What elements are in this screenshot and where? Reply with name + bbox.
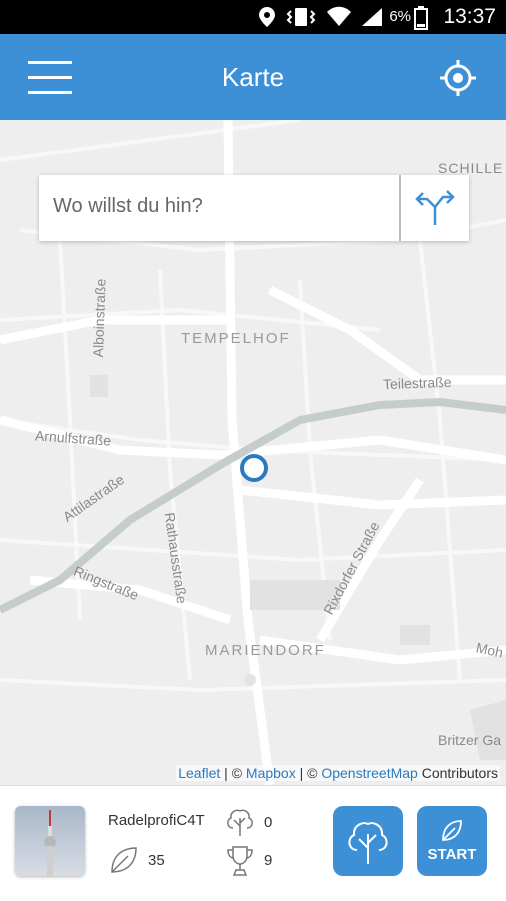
attribution-separator: | © bbox=[295, 765, 322, 781]
mapbox-link[interactable]: Mapbox bbox=[246, 765, 296, 781]
tree-icon bbox=[348, 822, 388, 864]
leaf-icon bbox=[442, 820, 462, 841]
signal-icon bbox=[362, 8, 382, 26]
attribution-contributors: Contributors bbox=[417, 765, 498, 781]
status-bar: 6% 13:37 bbox=[0, 0, 506, 34]
map-label-tempelhof: TEMPELHOF bbox=[181, 330, 291, 347]
directions-icon[interactable] bbox=[401, 175, 469, 241]
start-button-label: START bbox=[427, 846, 477, 863]
location-icon bbox=[259, 7, 275, 27]
bottom-bar: RadelprofiC4T 0 35 9 START bbox=[0, 785, 506, 901]
leaf-icon bbox=[111, 847, 137, 873]
map-label-mariendorf: MARIENDORF bbox=[205, 642, 326, 659]
tree-count: 0 bbox=[264, 814, 273, 831]
map-label-alboinstrasse: Alboinstraße bbox=[89, 278, 109, 358]
leaflet-link[interactable]: Leaflet bbox=[178, 765, 220, 781]
app-bar: Karte bbox=[0, 34, 506, 120]
openstreetmap-link[interactable]: OpenstreetMap bbox=[321, 765, 418, 781]
battery-icon bbox=[414, 6, 428, 30]
attribution-separator: | © bbox=[220, 765, 246, 781]
wifi-icon bbox=[327, 6, 351, 26]
search-bar: Wo willst du hin? bbox=[39, 175, 469, 241]
map-label-britzer: Britzer Ga bbox=[438, 732, 502, 748]
map-label-teilestrasse: Teilestraße bbox=[382, 373, 452, 393]
leaf-count: 35 bbox=[148, 852, 165, 869]
start-button[interactable]: START bbox=[417, 806, 487, 876]
trophy-count: 9 bbox=[264, 852, 273, 869]
map-attribution: Leaflet | © Mapbox | © OpenstreetMap Con… bbox=[176, 765, 500, 781]
vibrate-icon bbox=[286, 8, 316, 26]
tv-tower-image bbox=[44, 810, 56, 876]
map-label-schiller: SCHILLE bbox=[438, 160, 504, 176]
tree-button[interactable] bbox=[333, 806, 403, 876]
locate-me-icon[interactable] bbox=[438, 58, 478, 98]
tree-icon bbox=[227, 809, 253, 836]
username: RadelprofiC4T bbox=[108, 812, 205, 829]
avatar[interactable] bbox=[15, 806, 85, 876]
battery-percent: 6% bbox=[389, 8, 411, 25]
page-title: Karte bbox=[221, 62, 285, 92]
clock: 13:37 bbox=[443, 5, 496, 28]
trophy-icon bbox=[227, 846, 253, 876]
search-input[interactable]: Wo willst du hin? bbox=[53, 195, 203, 218]
current-location-marker bbox=[240, 454, 268, 482]
